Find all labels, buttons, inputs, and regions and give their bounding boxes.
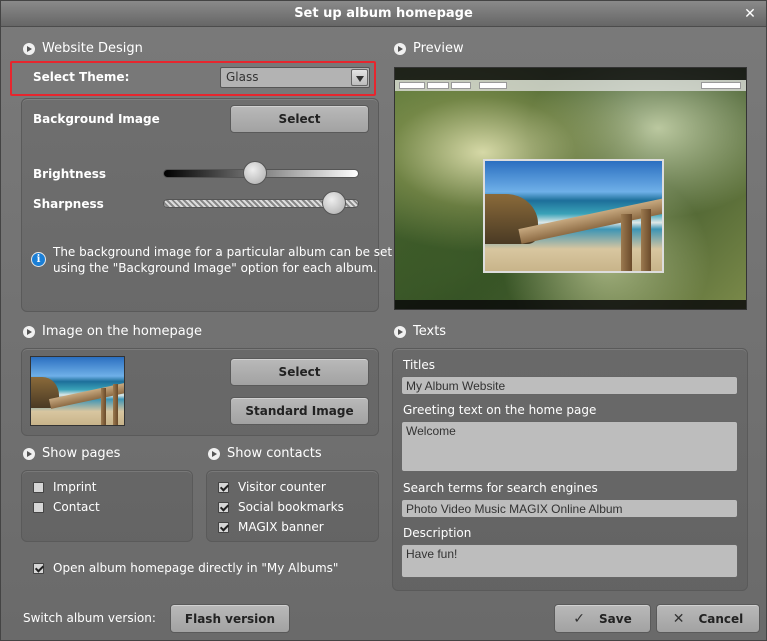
titles-label: Titles [403,358,435,372]
search-terms-label: Search terms for search engines [403,481,598,495]
visitor-counter-checkbox[interactable] [218,482,229,493]
titles-input[interactable]: My Album Website [401,376,738,395]
image-homepage-heading[interactable]: Image on the homepage [23,323,202,341]
magix-banner-label: MAGIX banner [238,520,324,534]
collapse-arrow-icon [394,43,406,55]
contact-label: Contact [53,500,100,514]
theme-select-value: Glass [226,70,259,84]
contact-checkbox[interactable] [33,502,44,513]
collapse-arrow-icon [23,326,35,338]
preview-crumb [427,82,449,89]
texts-heading[interactable]: Texts [394,323,446,341]
album-homepage-dialog: Set up album homepage ✕ Website Design S… [0,0,767,641]
imprint-label: Imprint [53,480,97,494]
magix-banner-checkbox[interactable] [218,522,229,533]
imprint-checkbox[interactable] [33,482,44,493]
chevron-down-icon[interactable] [351,69,368,86]
preview-crumb [451,82,471,89]
open-directly-checkbox[interactable] [33,563,44,574]
dialog-title: Set up album homepage [294,6,473,21]
flash-version-button[interactable]: Flash version [170,604,290,633]
website-design-heading[interactable]: Website Design [23,40,143,58]
collapse-arrow-icon [394,326,406,338]
preview-heading[interactable]: Preview [394,40,464,58]
dialog-titlebar: Set up album homepage ✕ [1,1,766,27]
preview-crumb [399,82,425,89]
checkmark-icon: ✓ [573,610,586,627]
description-label: Description [403,526,472,540]
description-textarea[interactable]: Have fun! [401,544,738,578]
info-text-line2: using the "Background Image" option for … [53,261,377,275]
preview-topbar [395,68,746,80]
select-theme-label: Select Theme: [33,70,130,84]
homepage-image-thumbnail [30,356,125,426]
preview-footer [395,300,746,309]
theme-select[interactable]: Glass [220,67,370,88]
show-contacts-heading[interactable]: Show contacts [208,445,322,463]
close-icon[interactable]: ✕ [740,1,760,27]
preview-photo [483,159,664,273]
preview-crumb [701,82,741,89]
visitor-counter-label: Visitor counter [238,480,326,494]
open-directly-label: Open album homepage directly in "My Albu… [53,561,339,575]
save-label: Save [599,611,632,626]
info-text-line1: The background image for a particular al… [53,245,393,259]
show-pages-heading[interactable]: Show pages [23,445,120,463]
background-image-label: Background Image [33,112,160,126]
cancel-label: Cancel [698,611,744,626]
sharpness-slider-handle[interactable] [321,191,346,215]
brightness-slider-handle[interactable] [243,161,268,185]
collapse-arrow-icon [23,43,35,55]
search-terms-input[interactable]: Photo Video Music MAGIX Online Album [401,499,738,518]
greeting-textarea[interactable]: Welcome [401,421,738,472]
cancel-button[interactable]: ✕ Cancel [656,604,760,633]
sharpness-label: Sharpness [33,197,104,211]
save-button[interactable]: ✓ Save [554,604,651,633]
close-icon: ✕ [672,610,685,627]
greeting-label: Greeting text on the home page [403,403,597,417]
switch-version-label: Switch album version: [23,611,156,625]
show-pages-panel [21,470,193,542]
background-select-button[interactable]: Select [230,105,369,133]
homepage-image-select-button[interactable]: Select [230,358,369,386]
preview-crumb [479,82,507,89]
social-bookmarks-label: Social bookmarks [238,500,344,514]
standard-image-button[interactable]: Standard Image [230,397,369,425]
social-bookmarks-checkbox[interactable] [218,502,229,513]
collapse-arrow-icon [208,448,220,460]
collapse-arrow-icon [23,448,35,460]
brightness-label: Brightness [33,167,107,181]
preview-image [394,67,747,310]
info-icon: i [31,252,46,267]
